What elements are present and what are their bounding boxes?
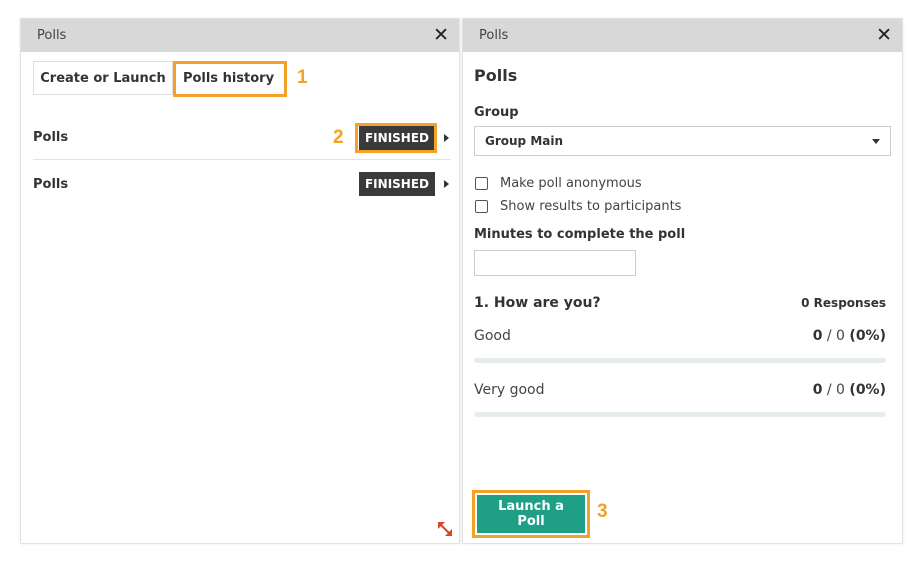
group-label: Group (474, 105, 519, 120)
option-progress-bar (474, 358, 886, 363)
option-total: / 0 (822, 328, 850, 344)
poll-tabs: Create or Launch Polls history (33, 61, 285, 95)
step-number-1: 1 (297, 67, 308, 88)
chevron-down-icon (872, 138, 880, 144)
option-label: Very good (474, 382, 545, 398)
panel-title: Polls (37, 28, 67, 43)
step-number-2: 2 (333, 127, 344, 148)
caret-right-icon[interactable] (444, 133, 449, 142)
poll-details-panel: Polls ✕ Polls Group Group Main Make poll… (462, 18, 903, 544)
close-icon[interactable]: ✕ (433, 26, 449, 45)
tab-create-or-launch[interactable]: Create or Launch (33, 61, 173, 95)
poll-status-group: FINISHED (359, 172, 451, 196)
poll-heading: Polls (474, 66, 518, 85)
poll-row[interactable]: Polls FINISHED (33, 162, 451, 206)
status-badge: FINISHED (359, 125, 435, 150)
group-select[interactable]: Group Main (474, 126, 891, 156)
responses-count: 0 Responses (801, 296, 886, 310)
minutes-label: Minutes to complete the poll (474, 227, 686, 242)
caret-right-icon[interactable] (444, 180, 449, 188)
close-icon[interactable]: ✕ (876, 26, 892, 45)
option-votes: 0 (812, 328, 823, 344)
step-number-3: 3 (597, 501, 608, 522)
resize-icon[interactable] (436, 520, 454, 538)
minutes-input[interactable] (474, 250, 636, 276)
poll-row[interactable]: Polls FINISHED (33, 116, 451, 160)
status-badge: FINISHED (359, 172, 435, 196)
option-count: 0 / 0 (0%) (813, 382, 886, 398)
option-percent: (0%) (849, 382, 886, 398)
option-percent: (0%) (849, 328, 886, 344)
show-results-checkbox[interactable] (475, 200, 488, 213)
poll-status-group: FINISHED (359, 125, 451, 150)
launch-poll-button[interactable]: Launch a Poll (477, 495, 585, 533)
group-value: Group Main (485, 134, 564, 148)
panel-title: Polls (479, 28, 509, 43)
panel-header: Polls ✕ (21, 19, 459, 52)
anonymous-label: Make poll anonymous (500, 176, 642, 191)
panel-body: Create or Launch Polls history 1 Polls F… (21, 52, 459, 543)
option-progress-bar (474, 412, 886, 417)
poll-name: Polls (33, 176, 69, 192)
panel-body: Polls Group Group Main Make poll anonymo… (463, 52, 902, 543)
polls-history-panel: Polls ✕ Create or Launch Polls history 1… (20, 18, 460, 544)
question-title: 1. How are you? (474, 295, 601, 311)
option-count: 0 / 0 (0%) (813, 328, 886, 344)
show-results-label: Show results to participants (500, 199, 682, 214)
anonymous-checkbox[interactable] (475, 177, 488, 190)
tab-polls-history[interactable]: Polls history (173, 61, 285, 95)
show-results-option[interactable]: Show results to participants (475, 199, 681, 214)
poll-name: Polls (33, 130, 69, 145)
option-votes: 0 (812, 382, 823, 398)
option-total: / 0 (822, 382, 850, 398)
anonymous-option[interactable]: Make poll anonymous (475, 176, 642, 191)
panel-header: Polls ✕ (463, 19, 902, 52)
option-label: Good (474, 328, 511, 344)
